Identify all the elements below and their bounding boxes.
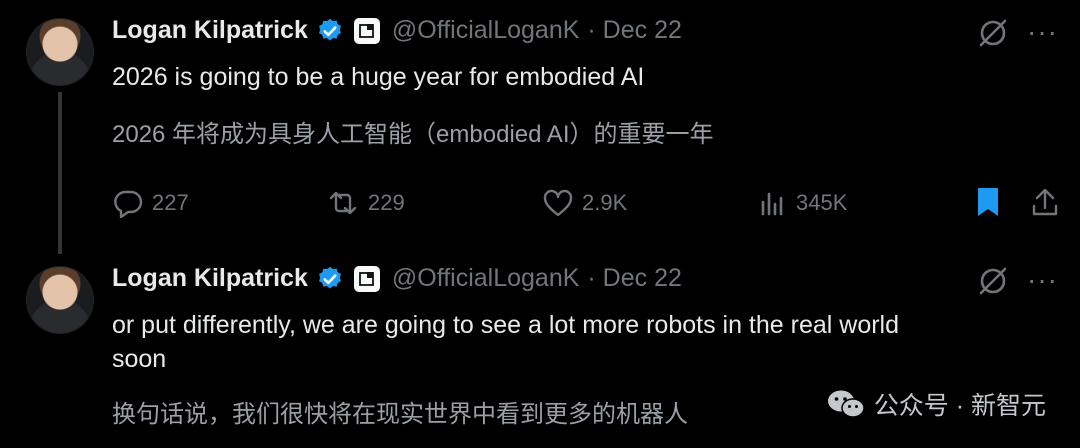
bookmark-button[interactable] bbox=[974, 186, 1010, 218]
tweet-header: Logan Kilpatrick @OfficialLoganK · Dec 2… bbox=[112, 264, 682, 293]
share-button[interactable] bbox=[1030, 186, 1068, 218]
tweet-date[interactable]: · Dec 22 bbox=[587, 264, 681, 293]
tweet-text-line: soon bbox=[112, 345, 167, 373]
heart-icon bbox=[543, 189, 573, 217]
grok-icon[interactable] bbox=[976, 264, 1010, 298]
watermark: 公众号 · 新智元 bbox=[826, 386, 1046, 422]
grok-icon[interactable] bbox=[976, 16, 1010, 50]
bookmark-icon bbox=[978, 188, 998, 216]
repost-icon bbox=[329, 191, 357, 215]
watermark-text: 公众号 · 新智元 bbox=[873, 392, 1046, 420]
wechat-icon bbox=[826, 388, 866, 420]
reply-count: 227 bbox=[152, 190, 189, 215]
repost-button[interactable]: 229 bbox=[326, 188, 405, 218]
author-name[interactable]: Logan Kilpatrick bbox=[112, 264, 308, 293]
thread-line bbox=[58, 92, 62, 254]
author-name[interactable]: Logan Kilpatrick bbox=[112, 16, 308, 45]
tweet-date[interactable]: · Dec 22 bbox=[587, 16, 681, 45]
like-button[interactable]: 2.9K bbox=[542, 188, 627, 218]
reply-button[interactable]: 227 bbox=[112, 188, 189, 218]
tweet-translation: 2026 年将成为具身人工智能（embodied AI）的重要一年 bbox=[112, 121, 714, 148]
author-handle[interactable]: @OfficialLoganK bbox=[392, 16, 580, 45]
affiliation-badge-icon[interactable] bbox=[353, 265, 380, 292]
author-handle[interactable]: @OfficialLoganK bbox=[392, 264, 580, 293]
views-icon bbox=[761, 192, 783, 216]
reply-icon bbox=[114, 190, 143, 218]
views-count: 345K bbox=[796, 190, 848, 215]
avatar[interactable] bbox=[26, 266, 94, 334]
tweet-text-line: or put differently, we are going to see … bbox=[112, 311, 899, 339]
tweet-translation: 换句话说，我们很快将在现实世界中看到更多的机器人 bbox=[112, 401, 688, 428]
views-button[interactable]: 345K bbox=[758, 188, 847, 218]
repost-count: 229 bbox=[368, 190, 405, 215]
tweet-header: Logan Kilpatrick @OfficialLoganK · Dec 2… bbox=[112, 16, 682, 45]
share-icon bbox=[1032, 188, 1058, 216]
more-options-icon[interactable]: ··· bbox=[1027, 264, 1058, 296]
like-count: 2.9K bbox=[582, 190, 628, 215]
avatar[interactable] bbox=[26, 18, 94, 86]
more-options-icon[interactable]: ··· bbox=[1027, 16, 1058, 48]
tweet-text: 2026 is going to be a huge year for embo… bbox=[112, 63, 645, 91]
affiliation-badge-icon[interactable] bbox=[353, 17, 380, 44]
verified-badge-icon bbox=[316, 17, 344, 45]
tweet-text: or put differently, we are going to see … bbox=[112, 308, 899, 376]
action-bar: 227 229 2.9K 345K bbox=[112, 186, 1062, 220]
verified-badge-icon bbox=[316, 265, 344, 293]
